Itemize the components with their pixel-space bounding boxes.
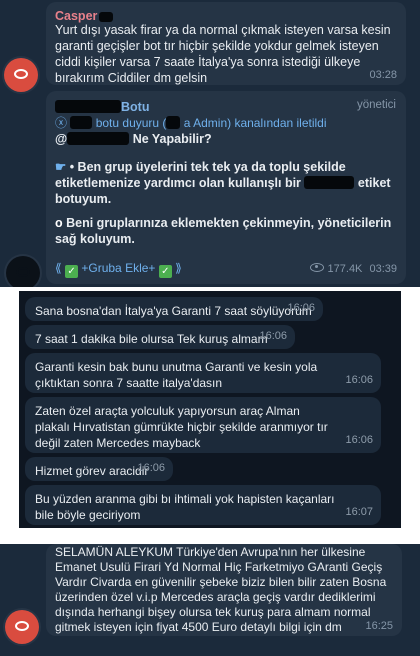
info-text: Beni gruplarınıza eklemekten çekinmeyin,… — [55, 216, 392, 246]
redaction — [67, 132, 130, 145]
left-arrow-icon: ⟪ — [55, 261, 62, 275]
hand-icon: ☛ — [55, 160, 67, 174]
redaction — [166, 116, 181, 129]
add-to-group-link[interactable]: ⟪ ✓ +Gruba Ekle+ ✓ ⟫ — [55, 261, 182, 278]
message-text: SELAMÜN ALEYKUM Türkiye'den Avrupa'nın h… — [55, 545, 387, 634]
bot-avatar[interactable] — [6, 256, 40, 287]
user-avatar[interactable] — [4, 58, 38, 92]
info-paragraph: o Beni gruplarınıza eklemekten çekinmeyi… — [55, 215, 395, 247]
admin-badge: yönetici — [357, 99, 396, 111]
message-time: 16:06 — [345, 374, 373, 386]
message-time: 16:06 — [345, 434, 373, 446]
view-count: 177.4K — [327, 263, 363, 275]
sender-name[interactable]: Botu — [121, 100, 149, 114]
avatar-glyph-icon — [15, 621, 29, 631]
message-text: Garanti kesin bak bunu unutma Garanti ve… — [35, 360, 318, 390]
message-bubble[interactable]: 7 saat 1 dakika bile olursa Tek kuruş al… — [25, 325, 295, 349]
message-text: Yurt dışı yasak firar ya da normal çıkma… — [55, 23, 391, 85]
right-arrow-icon: ⟫ — [175, 261, 182, 275]
mention-prefix: @ — [55, 132, 68, 146]
message-bubble[interactable]: SELAMÜN ALEYKUM Türkiye'den Avrupa'nın h… — [46, 544, 402, 636]
chat-panel-top: Casper Yurt dışı yasak firar ya da norma… — [0, 0, 420, 287]
sender-name[interactable]: Casper — [55, 9, 97, 23]
forward-source-text: botu duyuru ( — [95, 116, 167, 130]
feature-paragraph: ☛ • Ben grup üyelerini tek tek ya da top… — [55, 159, 395, 207]
forward-icon: ⓧ — [55, 116, 68, 130]
avatar-glyph-icon — [16, 267, 30, 277]
message-bubble[interactable]: Hizmet görev aracidir 16:06 — [25, 457, 173, 481]
message-text: Sana bosna'dan İtalya'ya Garanti 7 saat … — [35, 304, 312, 318]
forward-source-suffix: a Admin) kanalından iletildi — [183, 116, 327, 130]
chat-panel-bottom: SELAMÜN ALEYKUM Türkiye'den Avrupa'nın h… — [0, 544, 420, 656]
message-text: 7 saat 1 dakika bile olursa Tek kuruş al… — [35, 332, 268, 346]
redaction — [55, 100, 121, 113]
message-bubble[interactable]: Zaten özel araçta yolculuk yapıyorsun ar… — [25, 397, 381, 453]
message-bubble[interactable]: Sana bosna'dan İtalya'ya Garanti 7 saat … — [25, 297, 323, 321]
message-time: 16:25 — [365, 620, 393, 632]
feature-text-a: • Ben grup üyelerini tek tek ya da toplu… — [55, 160, 346, 190]
message-bubble[interactable]: Bu yüzden aranma gibi bı ihtimali yok ha… — [25, 485, 381, 525]
message-bubble[interactable]: Garanti kesin bak bunu unutma Garanti ve… — [25, 353, 381, 393]
message-bubble[interactable]: Casper Yurt dışı yasak firar ya da norma… — [46, 2, 406, 85]
check-icon: ✓ — [158, 265, 172, 278]
forward-header[interactable]: ⓧ botu duyuru ( a Admin) kanalından ilet… — [55, 114, 395, 131]
message-text: Bu yüzden aranma gibi bı ihtimali yok ha… — [35, 492, 335, 522]
redaction — [99, 12, 114, 22]
message-time: 16:06 — [137, 462, 165, 474]
user-avatar[interactable] — [5, 610, 39, 644]
avatar-glyph-icon — [14, 69, 28, 79]
redaction — [70, 116, 93, 129]
message-text: Hizmet görev aracidir — [35, 464, 149, 478]
mention-line: @ Ne Yapabilir? — [55, 131, 212, 147]
message-time: 03:39 — [369, 263, 397, 275]
check-icon: ✓ — [65, 265, 79, 278]
message-text: Zaten özel araçta yolculuk yapıyorsun ar… — [35, 404, 328, 450]
forwarded-message-bubble[interactable]: Botu yönetici ⓧ botu duyuru ( a Admin) k… — [46, 91, 406, 284]
redaction — [304, 176, 355, 189]
mention-suffix: Ne Yapabilir? — [132, 132, 212, 146]
message-time: 16:06 — [287, 302, 315, 314]
add-to-group-label: +Gruba Ekle+ — [81, 261, 156, 275]
chat-panel-middle: Sana bosna'dan İtalya'ya Garanti 7 saat … — [19, 291, 401, 528]
bullet-icon: o — [55, 216, 63, 230]
message-time: 16:06 — [259, 330, 287, 342]
message-meta: 177.4K 03:39 — [310, 263, 397, 275]
message-time: 03:28 — [369, 69, 397, 81]
views-eye-icon — [310, 263, 325, 272]
message-time: 16:07 — [345, 506, 373, 518]
